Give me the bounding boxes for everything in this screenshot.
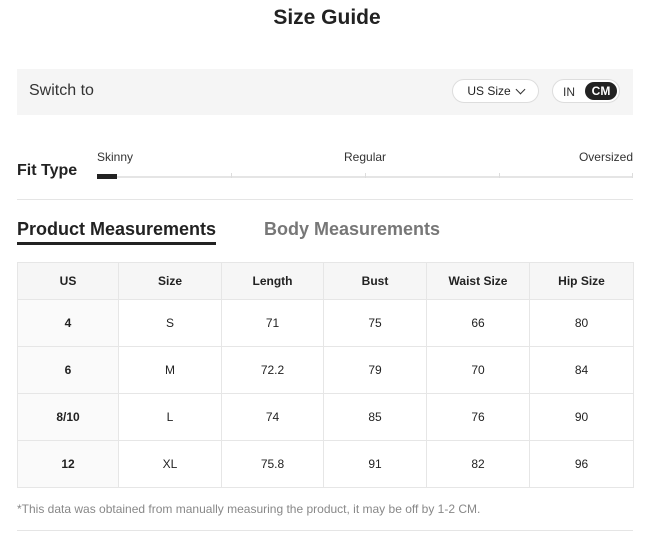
table-cell: S (118, 299, 222, 347)
column-header-us: US (17, 262, 119, 300)
column-header-hip: Hip Size (529, 262, 634, 300)
table-cell: 66 (426, 299, 530, 347)
table-cell: 76 (426, 393, 530, 441)
table-cell: 96 (529, 440, 634, 488)
fit-selected-indicator (97, 174, 117, 179)
fit-type-scale: Skinny Regular Oversized (97, 150, 633, 180)
fit-scale-tick (365, 173, 366, 178)
size-table: US Size Length Bust Waist Size Hip Size … (17, 262, 634, 488)
size-system-select[interactable]: US Size (452, 79, 539, 103)
table-row: 4 S 71 75 66 80 (17, 299, 634, 347)
active-tab-underline (17, 242, 216, 245)
table-cell: 4 (17, 299, 119, 347)
unit-option-cm[interactable]: CM (585, 82, 617, 100)
table-cell: 80 (529, 299, 634, 347)
table-row: 8/10 L 74 85 76 90 (17, 393, 634, 441)
table-cell: 84 (529, 346, 634, 394)
footer-divider (17, 530, 633, 531)
tab-body-measurements[interactable]: Body Measurements (264, 219, 440, 240)
section-divider (17, 199, 633, 200)
table-cell: 6 (17, 346, 119, 394)
unit-toggle[interactable]: IN CM (552, 79, 620, 103)
switch-to-label: Switch to (29, 82, 94, 99)
column-header-bust: Bust (323, 262, 427, 300)
page-title: Size Guide (273, 6, 381, 29)
fit-scale-tick (231, 173, 232, 178)
fit-type-title: Fit Type (17, 162, 78, 179)
tab-product-measurements[interactable]: Product Measurements (17, 219, 216, 240)
fit-label-regular: Regular (344, 150, 387, 164)
fit-label-skinny: Skinny (97, 150, 134, 164)
table-cell: 82 (426, 440, 530, 488)
measurement-disclaimer: *This data was obtained from manually me… (17, 502, 481, 516)
chevron-down-icon (515, 84, 526, 94)
column-header-length: Length (221, 262, 324, 300)
column-header-waist: Waist Size (426, 262, 530, 300)
table-cell: 8/10 (17, 393, 119, 441)
table-cell: 12 (17, 440, 119, 488)
table-cell: XL (118, 440, 222, 488)
fit-scale-tick (499, 173, 500, 178)
table-cell: 72.2 (221, 346, 324, 394)
fit-label-oversized: Oversized (578, 150, 633, 164)
table-cell: 74 (221, 393, 324, 441)
table-cell: 71 (221, 299, 324, 347)
table-cell: 79 (323, 346, 427, 394)
table-cell: 90 (529, 393, 634, 441)
table-header-row: US Size Length Bust Waist Size Hip Size (17, 262, 634, 300)
table-cell: 70 (426, 346, 530, 394)
table-cell: 75 (323, 299, 427, 347)
table-cell: L (118, 393, 222, 441)
unit-switch-bar: Switch to US Size IN CM (17, 69, 633, 115)
table-cell: 85 (323, 393, 427, 441)
unit-option-in[interactable]: IN (563, 85, 575, 99)
fit-scale-tick (632, 173, 633, 178)
table-row: 6 M 72.2 79 70 84 (17, 346, 634, 394)
table-cell: M (118, 346, 222, 394)
size-system-value: US Size (467, 84, 511, 98)
table-row: 12 XL 75.8 91 82 96 (17, 440, 634, 488)
table-cell: 75.8 (221, 440, 324, 488)
table-cell: 91 (323, 440, 427, 488)
column-header-size: Size (118, 262, 222, 300)
